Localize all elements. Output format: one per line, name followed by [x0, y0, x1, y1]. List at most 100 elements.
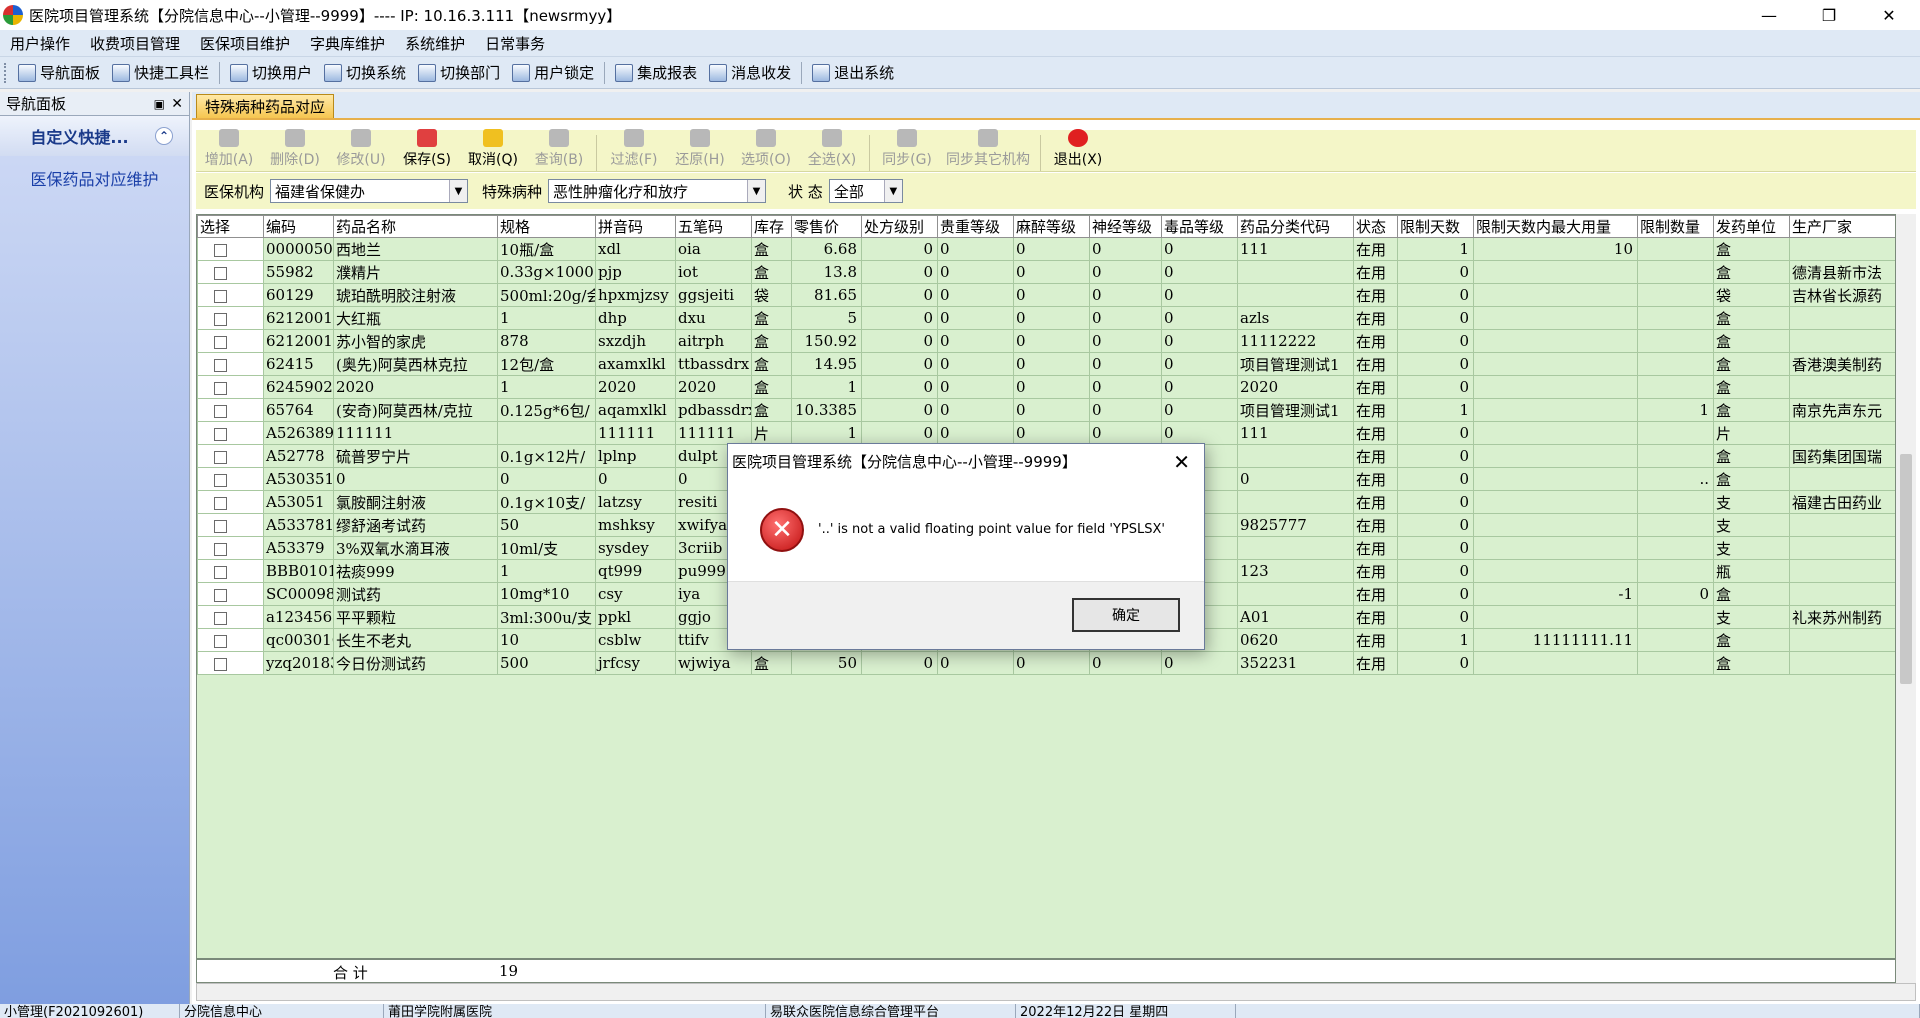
table-cell[interactable]: mshksy — [595, 513, 676, 537]
restore-button[interactable]: 还原(H) — [667, 129, 733, 171]
table-cell[interactable]: 123 — [1237, 559, 1354, 583]
table-cell[interactable] — [1789, 306, 1895, 330]
table-cell[interactable]: 1 — [791, 421, 862, 445]
table-cell[interactable]: lplnp — [595, 444, 676, 468]
select-cell[interactable] — [197, 536, 264, 560]
table-cell[interactable]: 1 — [497, 306, 596, 330]
table-cell[interactable]: 在用 — [1353, 260, 1398, 284]
table-cell[interactable]: 盒 — [751, 398, 792, 422]
table-cell[interactable]: 0 — [1089, 421, 1162, 445]
table-cell[interactable]: 氯胺酮注射液 — [333, 490, 498, 514]
table-cell[interactable]: 500ml:20g/会 — [497, 283, 596, 307]
table-cell[interactable]: 福建古田药业 — [1789, 490, 1895, 514]
select-cell[interactable] — [197, 628, 264, 652]
table-cell[interactable]: 10 — [1473, 237, 1638, 261]
table-cell[interactable]: 支 — [1713, 490, 1790, 514]
table-cell[interactable]: 盒 — [1713, 237, 1790, 261]
table-cell[interactable]: 测试药 — [333, 582, 498, 606]
table-cell[interactable]: 81.65 — [791, 283, 862, 307]
table-cell[interactable] — [1637, 628, 1714, 652]
select-cell[interactable] — [197, 352, 264, 376]
table-cell[interactable] — [1637, 260, 1714, 284]
table-cell[interactable] — [1473, 605, 1638, 629]
table-cell[interactable]: 0 — [937, 260, 1014, 284]
menu-dictionary[interactable]: 字典库维护 — [300, 33, 395, 54]
table-cell[interactable]: 0000050C — [263, 237, 334, 261]
table-cell[interactable] — [1637, 559, 1714, 583]
nav-group-custom-shortcuts[interactable]: 自定义快捷... ⌃ — [0, 116, 189, 156]
table-cell[interactable]: 在用 — [1353, 306, 1398, 330]
row-checkbox[interactable] — [214, 312, 227, 326]
table-cell[interactable]: 盒 — [1713, 375, 1790, 399]
table-cell[interactable] — [1237, 536, 1354, 560]
menu-fee-items[interactable]: 收费项目管理 — [80, 33, 190, 54]
table-cell[interactable]: a123456 — [263, 605, 334, 629]
table-cell[interactable]: 0 — [1161, 306, 1238, 330]
table-cell[interactable]: 55982 — [263, 260, 334, 284]
table-cell[interactable]: .. — [1637, 467, 1714, 491]
table-cell[interactable]: 盒 — [751, 306, 792, 330]
table-cell[interactable]: 111 — [1237, 237, 1354, 261]
table-cell[interactable]: 10mg*10 — [497, 582, 596, 606]
table-cell[interactable]: 0 — [1089, 375, 1162, 399]
table-cell[interactable]: 6212001C — [263, 329, 334, 353]
table-row[interactable]: 60129 琥珀酰明胶注射液 500ml:20g/会 hpxmjzsy ggsjeiti… — [197, 283, 1895, 307]
table-cell[interactable]: sysdey — [595, 536, 676, 560]
table-cell[interactable] — [1789, 513, 1895, 537]
add-button[interactable]: 增加(A) — [196, 129, 262, 171]
table-cell[interactable]: 0 — [1089, 283, 1162, 307]
close-icon[interactable]: ✕ — [171, 96, 183, 112]
table-cell[interactable]: 1 — [791, 375, 862, 399]
messages-button[interactable]: 消息收发 — [703, 59, 797, 87]
table-cell[interactable]: 2020 — [1237, 375, 1354, 399]
table-cell[interactable]: iot — [675, 260, 752, 284]
table-cell[interactable]: 6245902 — [263, 375, 334, 399]
chevron-up-icon[interactable]: ⌃ — [155, 127, 173, 145]
table-cell[interactable]: 长生不老丸 — [333, 628, 498, 652]
disease-select[interactable]: 恶性肿瘤化疗和放疗 ▼ — [548, 179, 767, 203]
row-checkbox[interactable] — [214, 335, 227, 349]
table-cell[interactable]: 0 — [1397, 490, 1474, 514]
table-cell[interactable]: 0.1g×10支/ — [497, 490, 596, 514]
table-cell[interactable]: 10瓶/盒 — [497, 237, 596, 261]
table-row[interactable]: 55982 濮精片 0.33g×1000 pjp iot 盒 13.8 0 0 0 0 0 在用 0 盒德清… — [197, 260, 1895, 284]
table-cell[interactable]: 1 — [1397, 398, 1474, 422]
minimize-button[interactable]: — — [1740, 0, 1798, 30]
table-cell[interactable]: 0 — [1013, 260, 1090, 284]
table-cell[interactable]: 65764 — [263, 398, 334, 422]
table-cell[interactable]: oia — [675, 237, 752, 261]
column-header[interactable]: 贵重等级 — [937, 215, 1014, 238]
org-select[interactable]: 福建省保健办 ▼ — [270, 179, 469, 203]
exit-system-button[interactable]: 退出系统 — [806, 59, 900, 87]
table-cell[interactable]: 0 — [861, 237, 938, 261]
table-cell[interactable]: 6212001C — [263, 306, 334, 330]
table-cell[interactable]: 0 — [1013, 329, 1090, 353]
table-cell[interactable] — [1473, 536, 1638, 560]
row-checkbox[interactable] — [214, 450, 227, 464]
table-cell[interactable] — [1473, 398, 1638, 422]
table-cell[interactable]: 2020 — [675, 375, 752, 399]
table-row[interactable]: A526389 111111 111111 111111 片 1 0 0 0 0 0 111 在用 0 片 — [197, 421, 1895, 445]
table-cell[interactable] — [1789, 467, 1895, 491]
table-cell[interactable]: 祛痰999 — [333, 559, 498, 583]
table-cell[interactable]: A530351 — [263, 467, 334, 491]
table-cell[interactable]: 0 — [1013, 352, 1090, 376]
row-checkbox[interactable] — [214, 496, 227, 510]
table-cell[interactable] — [1473, 260, 1638, 284]
table-cell[interactable]: 0 — [1161, 375, 1238, 399]
table-cell[interactable]: 50 — [791, 651, 862, 675]
table-cell[interactable]: 0 — [1161, 651, 1238, 675]
table-cell[interactable]: 项目管理测试1 — [1237, 398, 1354, 422]
row-checkbox[interactable] — [214, 634, 227, 648]
filter-button[interactable]: 过滤(F) — [601, 129, 667, 171]
table-row[interactable]: 6212001C大红瓶1dhpdxu盒500000azls在用0盒 — [197, 306, 1895, 330]
column-header[interactable]: 规格 — [497, 215, 596, 238]
table-cell[interactable]: qc003010 — [263, 628, 334, 652]
delete-button[interactable]: 删除(D) — [262, 129, 328, 171]
table-cell[interactable] — [1473, 283, 1638, 307]
table-cell[interactable]: 在用 — [1353, 352, 1398, 376]
column-header[interactable]: 限制数量 — [1637, 215, 1714, 238]
table-cell[interactable]: 12包/盒 — [497, 352, 596, 376]
chevron-down-icon[interactable]: ▼ — [449, 180, 468, 202]
table-cell[interactable]: 0 — [1089, 651, 1162, 675]
